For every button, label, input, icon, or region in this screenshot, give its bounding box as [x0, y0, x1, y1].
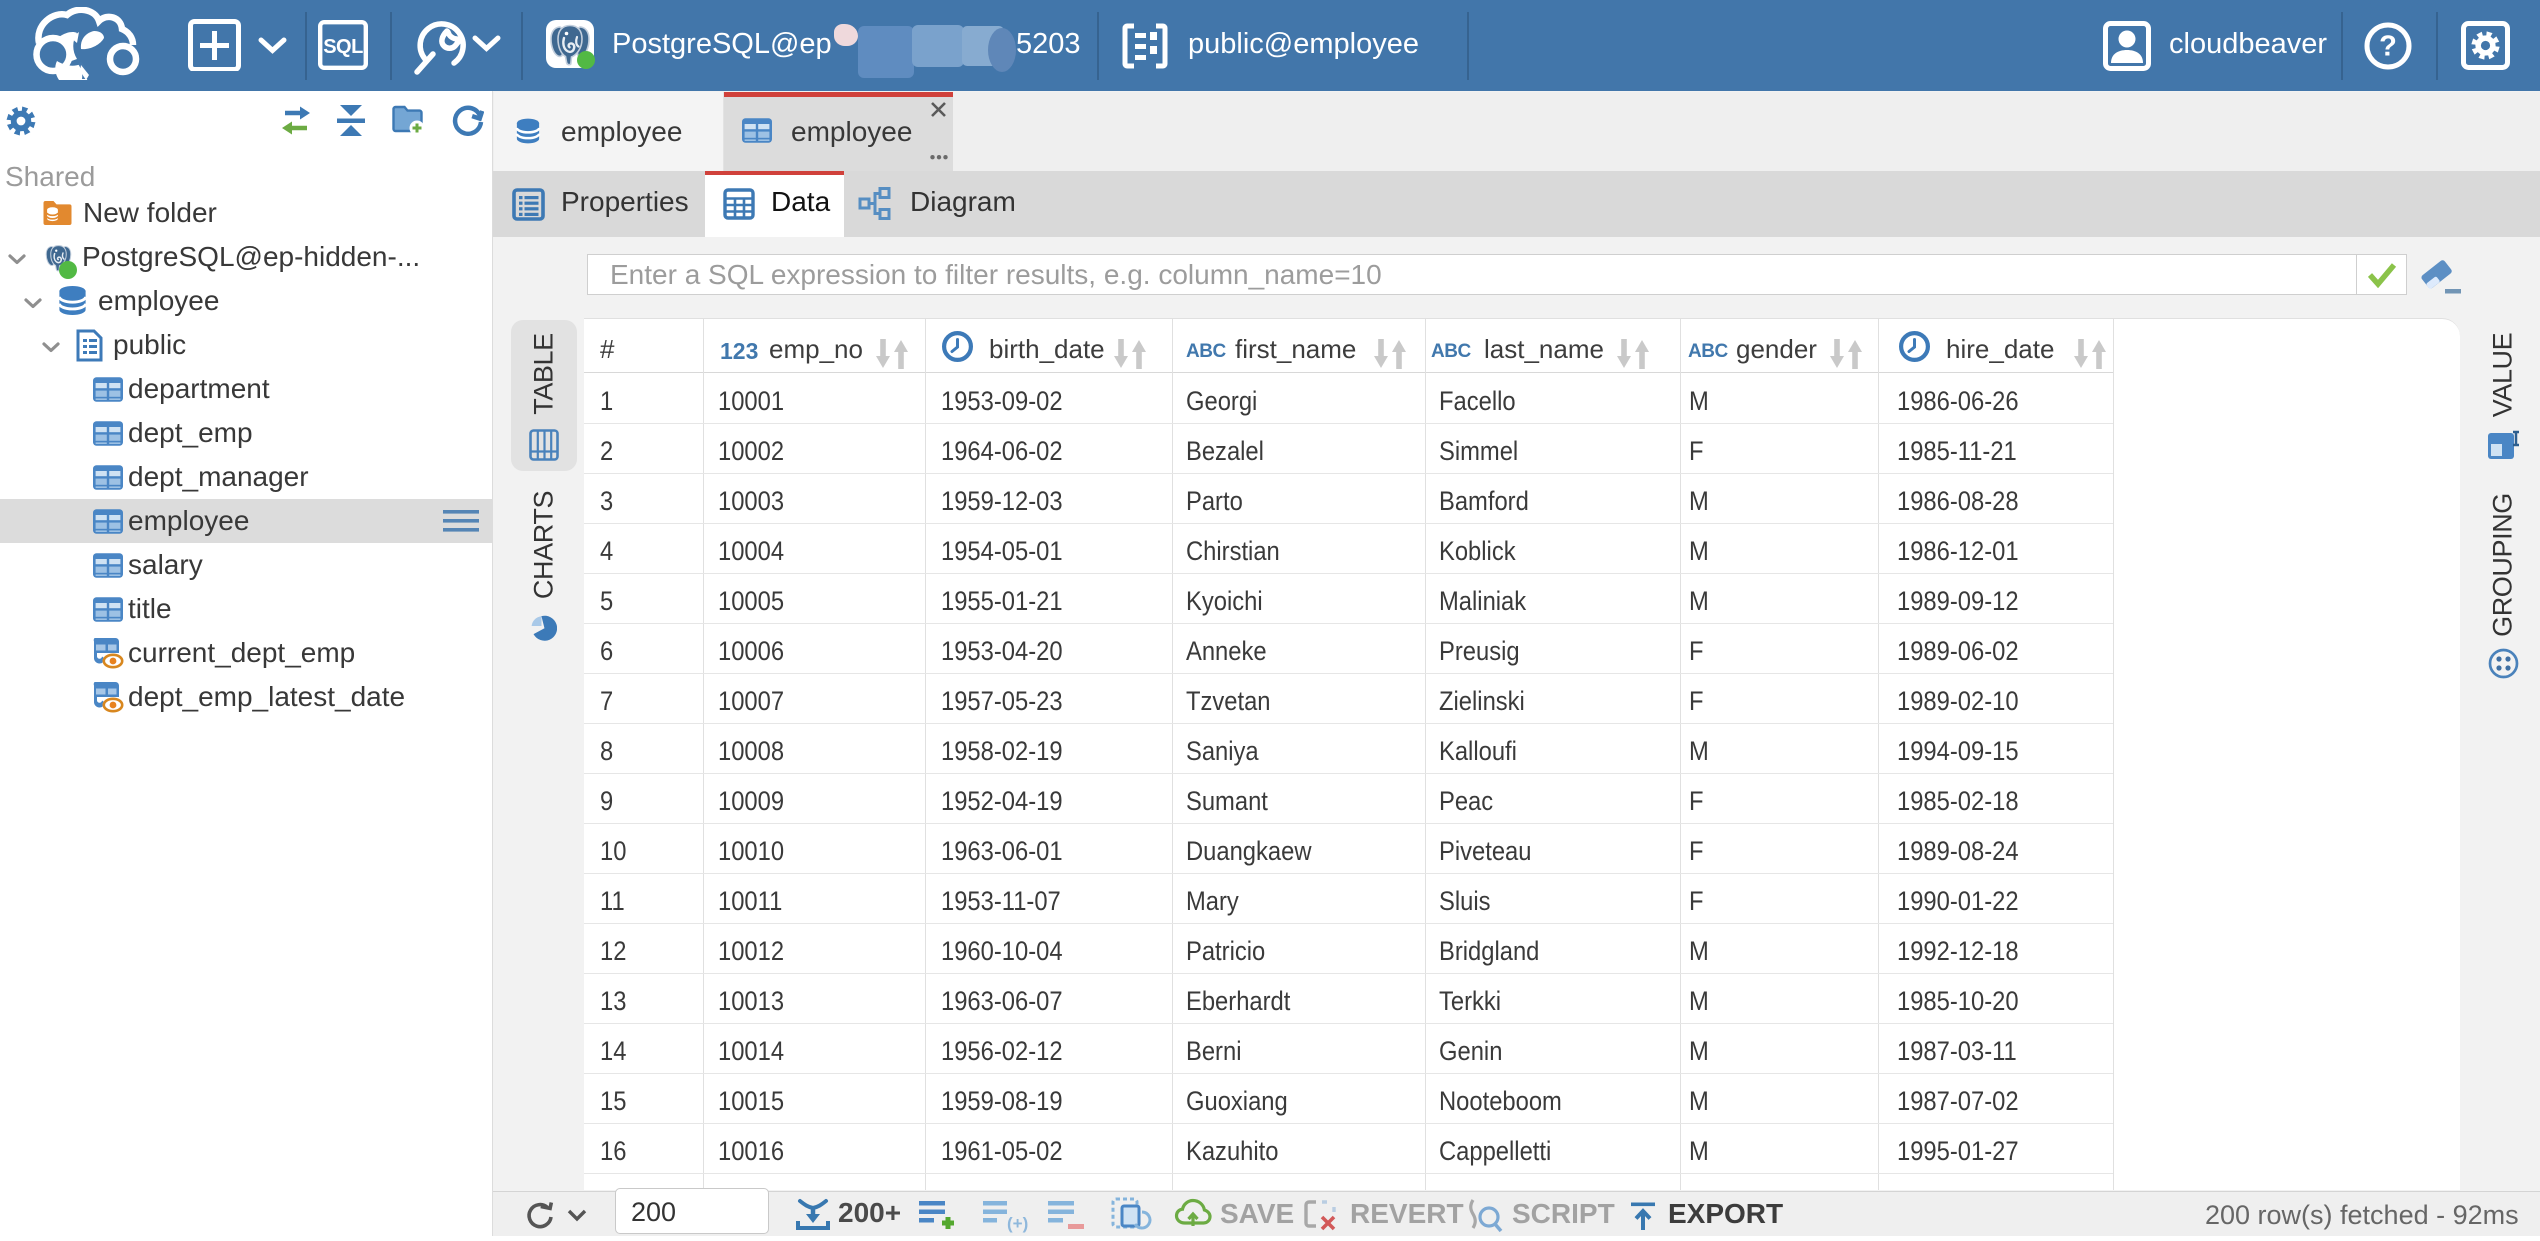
- svg-text:?: ?: [2379, 31, 2397, 63]
- svg-text:(+): (+): [1007, 1214, 1028, 1233]
- svg-text:SQL: SQL: [323, 36, 363, 58]
